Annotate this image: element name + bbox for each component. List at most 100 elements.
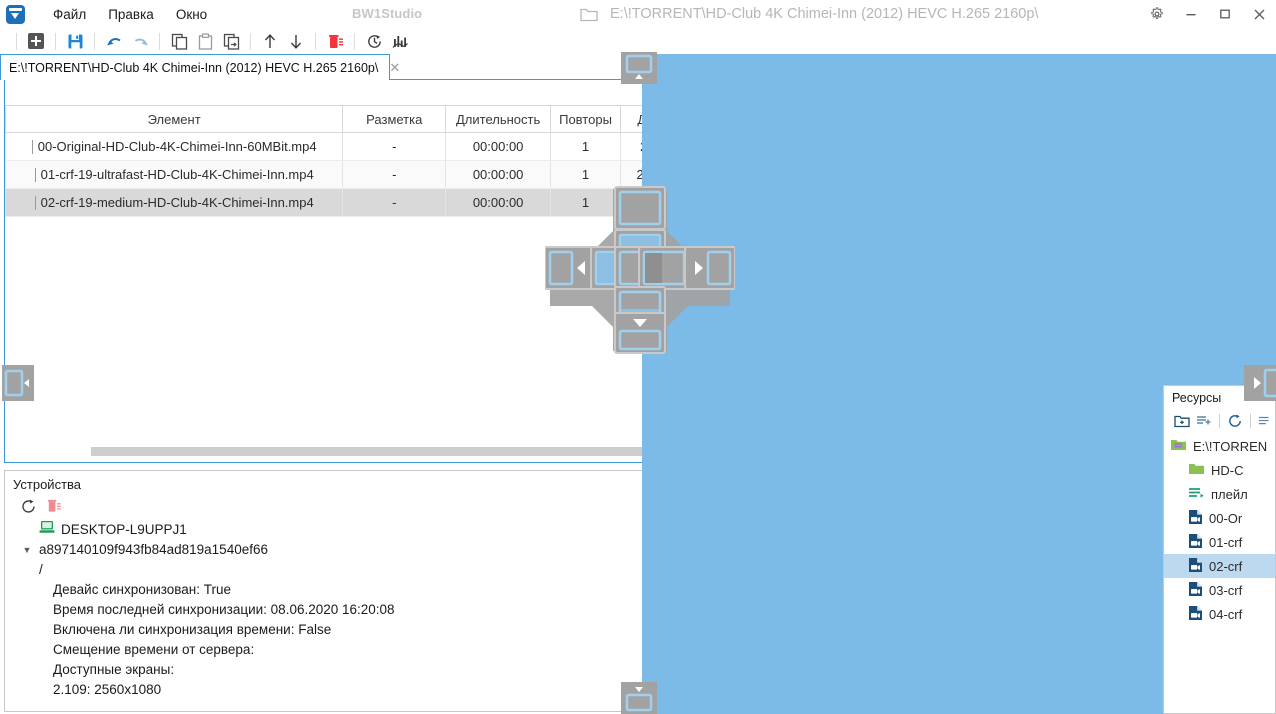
dock-outer-left[interactable]: [2, 365, 34, 401]
menu-edit[interactable]: Правка: [97, 4, 165, 25]
dock-outer-right-icon: [1248, 365, 1276, 401]
device-id-label: a897140109f943fb84ad819a1540ef66: [39, 540, 268, 560]
cell-layout[interactable]: -: [343, 189, 446, 217]
maximize-button[interactable]: [1208, 0, 1242, 28]
title-bar: Файл Правка Окно BW1Studio E:\!TORRENT\H…: [0, 0, 1276, 28]
history-button[interactable]: [361, 30, 387, 52]
list-item[interactable]: плейл: [1164, 482, 1275, 506]
col-layout[interactable]: Разметка: [343, 106, 446, 133]
cell-element[interactable]: 02-crf-19-medium-HD-Club-4K-Chimei-Inn.m…: [6, 189, 343, 217]
list-item[interactable]: E:\!TORREN: [1164, 434, 1275, 458]
menu-file[interactable]: Файл: [42, 4, 97, 25]
dock-right-outer-icon: [685, 247, 735, 289]
device-detail-synced: Девайс синхронизован: True: [53, 580, 231, 600]
device-detail-time-sync: Включена ли синхронизация времени: False: [53, 620, 331, 640]
app-logo-icon: [0, 0, 30, 28]
list-item-label: 01-crf: [1209, 535, 1242, 550]
settings-button[interactable]: [1140, 0, 1174, 28]
app-brand-label: BW1Studio: [352, 6, 422, 21]
new-playlist-icon: [1196, 414, 1212, 428]
resources-list: E:\!TORREN HD-C плейл 00-Or: [1164, 434, 1275, 626]
save-icon: [67, 33, 84, 50]
tab-document[interactable]: E:\!TORRENT\HD-Club 4K Chimei-Inn (2012)…: [0, 54, 390, 80]
device-detail-last-sync: Время последней синхронизации: 08.06.202…: [53, 600, 395, 620]
list-item[interactable]: 04-crf: [1164, 602, 1275, 626]
cell-duration[interactable]: 00:00:00: [446, 133, 551, 161]
tab-close-icon[interactable]: ✕: [386, 60, 403, 76]
res-new-folder-button[interactable]: [1172, 411, 1192, 430]
list-item[interactable]: 02-crf: [1164, 554, 1275, 578]
res-list-button[interactable]: [1255, 411, 1275, 430]
res-new-playlist-button[interactable]: [1195, 411, 1215, 430]
cell-layout[interactable]: -: [343, 133, 446, 161]
list-item[interactable]: 01-crf: [1164, 530, 1275, 554]
device-root-label: /: [39, 560, 43, 580]
paste-button[interactable]: [192, 30, 218, 52]
dock-left-outer-icon: [545, 247, 595, 289]
add-button[interactable]: [23, 30, 49, 52]
refresh-icon: [20, 498, 37, 515]
undo-icon: [105, 34, 124, 49]
cell-duration[interactable]: 00:00:00: [446, 189, 551, 217]
application-window: Файл Правка Окно BW1Studio E:\!TORRENT\H…: [0, 0, 1276, 714]
device-detail-screens: Доступные экраны:: [53, 660, 174, 680]
close-button[interactable]: [1242, 0, 1276, 28]
save-button[interactable]: [62, 30, 88, 52]
list-item-label: 02-crf: [1209, 559, 1242, 574]
stats-button[interactable]: [387, 30, 413, 52]
main-toolbar: [0, 28, 1276, 54]
dock-right-icon: [639, 247, 689, 289]
open-folder-icon: [1170, 438, 1187, 455]
col-duration[interactable]: Длительность: [446, 106, 551, 133]
list-item-label: плейл: [1211, 487, 1248, 502]
dock-highlight-tabstrip: [642, 54, 1276, 80]
list-item[interactable]: 03-crf: [1164, 578, 1275, 602]
dock-outer-bottom[interactable]: [621, 682, 657, 714]
delete-button[interactable]: [322, 30, 348, 52]
res-refresh-button[interactable]: [1225, 411, 1245, 430]
list-item-label: 00-Or: [1209, 511, 1242, 526]
list-item-label: E:\!TORREN: [1193, 439, 1267, 454]
list-item-label: 04-crf: [1209, 607, 1242, 622]
move-up-icon: [262, 33, 278, 50]
window-controls: [1140, 0, 1276, 28]
cell-element[interactable]: 01-crf-19-ultrafast-HD-Club-4K-Chimei-In…: [6, 161, 343, 189]
list-item[interactable]: HD-C: [1164, 458, 1275, 482]
col-repeats[interactable]: Повторы: [551, 106, 621, 133]
cell-repeats[interactable]: 1: [551, 133, 621, 161]
menu-window[interactable]: Окно: [165, 4, 218, 25]
dock-resources-float-tab[interactable]: [1248, 365, 1276, 401]
stats-icon: [392, 33, 409, 50]
computer-icon: [39, 520, 55, 540]
redo-icon: [131, 34, 150, 49]
delete-icon: [46, 498, 62, 514]
copy-button[interactable]: [166, 30, 192, 52]
minimize-button[interactable]: [1174, 0, 1208, 28]
chevron-down-icon[interactable]: ▼: [21, 540, 33, 560]
folder-icon: [1188, 462, 1205, 479]
devices-delete-button[interactable]: [43, 496, 65, 516]
device-detail-time-offset: Смещение времени от сервера:: [53, 640, 254, 660]
cell-layout[interactable]: -: [343, 161, 446, 189]
list-item[interactable]: 00-Or: [1164, 506, 1275, 530]
col-element[interactable]: Элемент: [6, 106, 343, 133]
dock-outer-top[interactable]: [621, 52, 657, 84]
redo-button[interactable]: [127, 30, 153, 52]
move-down-button[interactable]: [283, 30, 309, 52]
dock-outer-bottom-icon: [621, 682, 657, 714]
menu-bar: Файл Правка Окно: [42, 4, 218, 25]
document-title-area: E:\!TORRENT\HD-Club 4K Chimei-Inn (2012)…: [580, 0, 1038, 28]
duplicate-button[interactable]: [218, 30, 244, 52]
move-down-icon: [288, 33, 304, 50]
move-up-button[interactable]: [257, 30, 283, 52]
device-screen-value: 2.109: 2560x1080: [53, 680, 161, 700]
cell-duration[interactable]: 00:00:00: [446, 161, 551, 189]
devices-refresh-button[interactable]: [17, 496, 39, 516]
undo-button[interactable]: [101, 30, 127, 52]
copy-icon: [171, 33, 188, 50]
dock-bottom-outer-icon: [615, 313, 665, 353]
cell-element[interactable]: 00-Original-HD-Club-4K-Chimei-Inn-60MBit…: [6, 133, 343, 161]
dock-outer-top-icon: [621, 52, 657, 84]
list-item-label: HD-C: [1211, 463, 1244, 478]
resources-panel: Ресурсы E:\!TORREN: [1163, 385, 1276, 714]
